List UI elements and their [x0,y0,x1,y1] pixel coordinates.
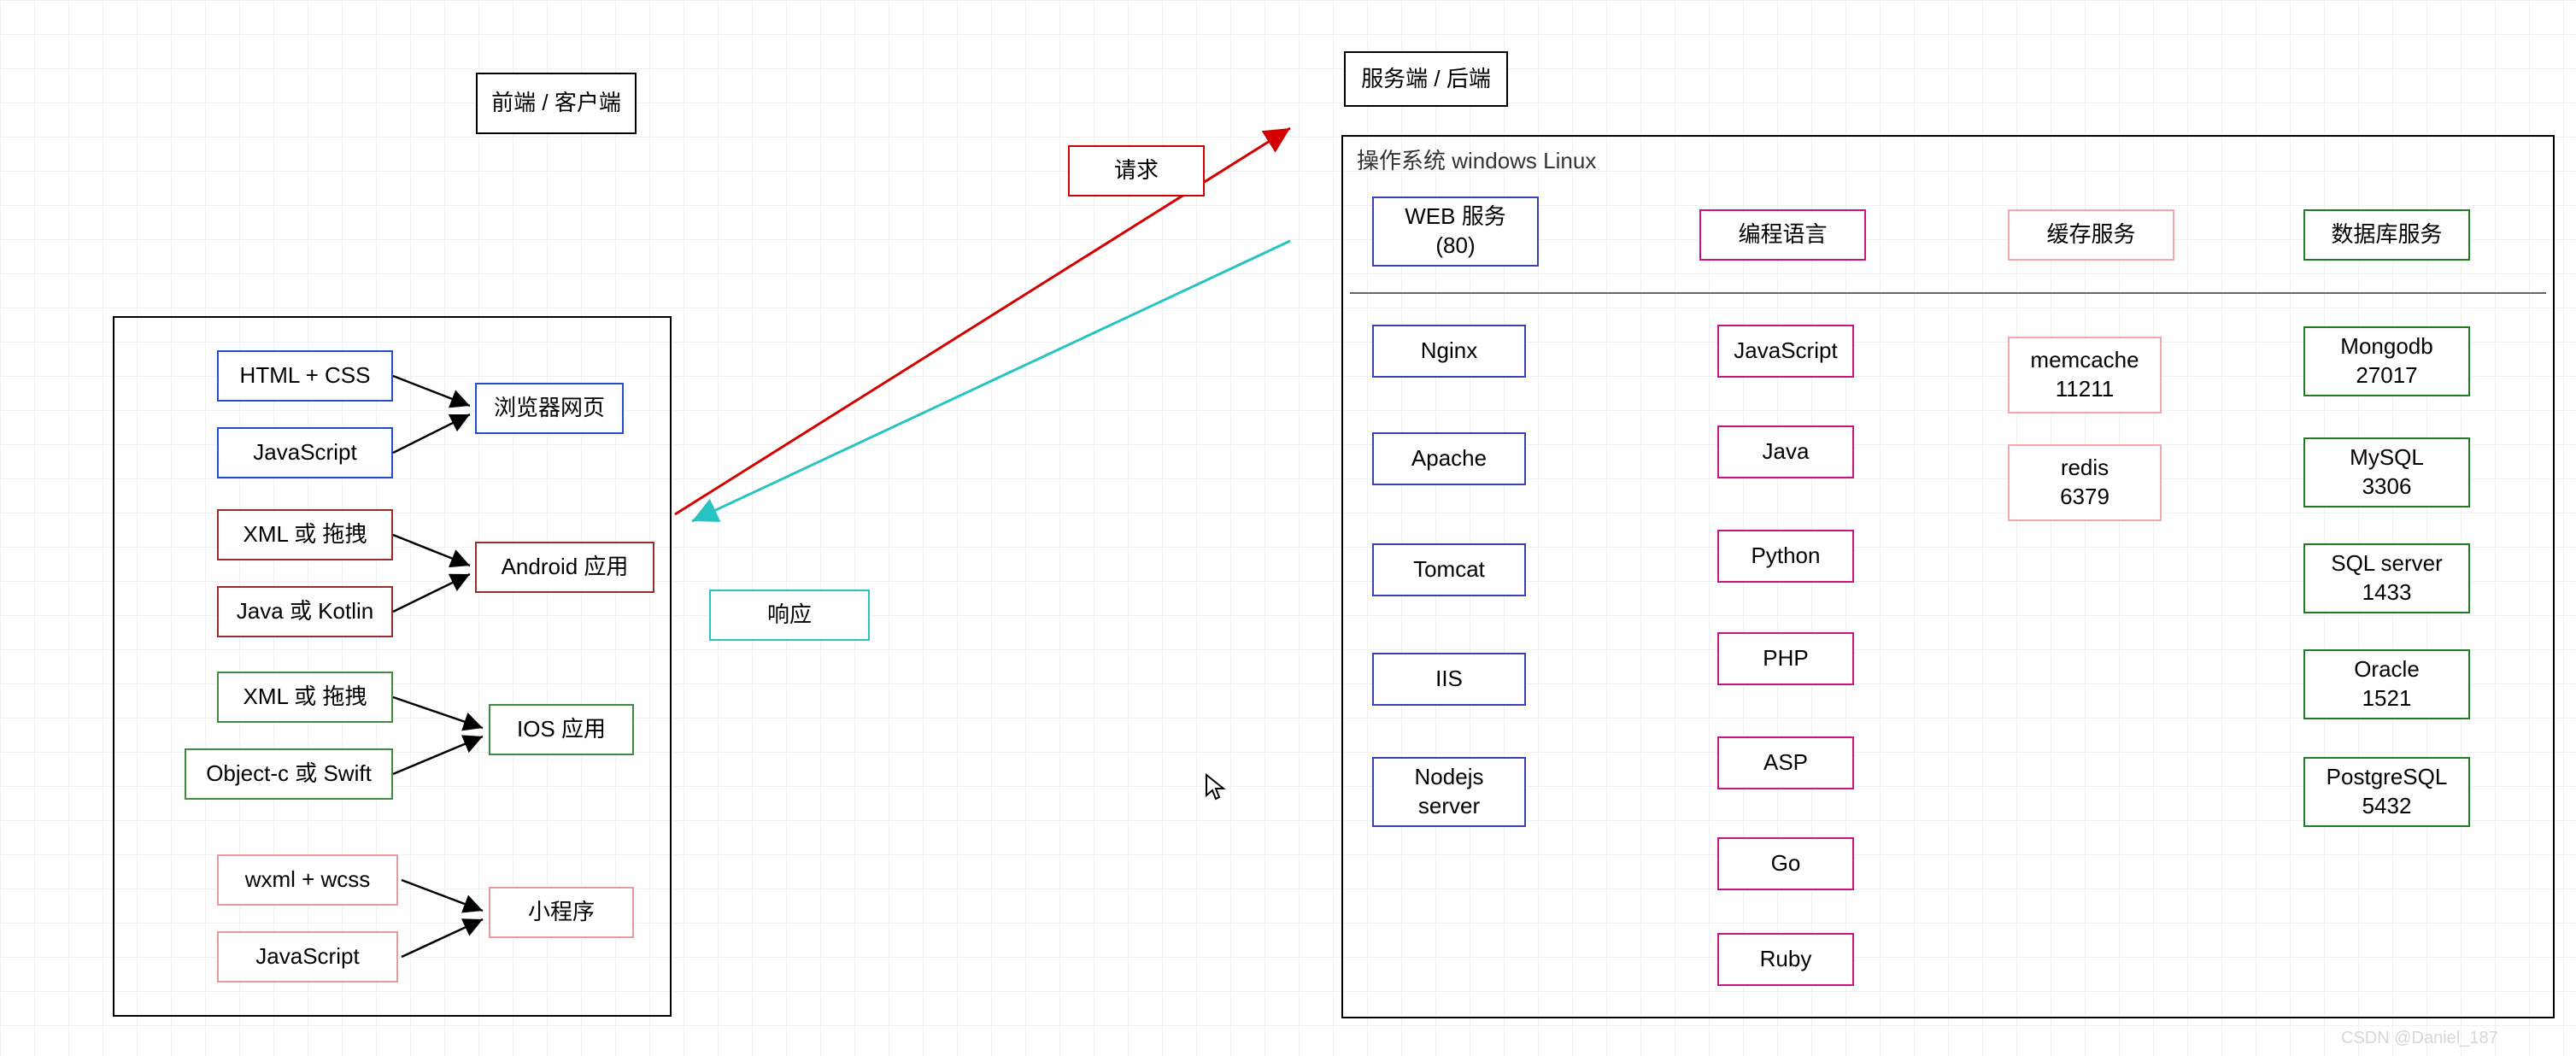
request-arrow [675,120,1307,521]
watermark: CSDN @Daniel_187 [2341,1029,2498,1048]
be-lang-item-3: PHP [1717,632,1854,685]
be-webservice-item-3: IIS [1372,653,1526,706]
be-webservice-item-2: Tomcat [1372,543,1526,596]
fe-web-target: 浏览器网页 [475,383,624,434]
be-webservice-header: WEB 服务 (80) [1372,197,1539,267]
fe-android-item-0: XML 或 拖拽 [217,509,393,560]
fe-ios-item-1: Object-c 或 Swift [185,748,393,800]
fe-web-item-1: JavaScript [217,427,393,478]
request-label: 请求 [1068,145,1205,197]
be-lang-header: 编程语言 [1699,209,1866,261]
fe-android-target: Android 应用 [475,542,654,593]
fe-mini-item-1: JavaScript [217,931,398,983]
fe-mini-target: 小程序 [489,887,634,938]
be-webservice-item-1: Apache [1372,432,1526,485]
be-cache-item-0: memcache 11211 [2008,337,2162,414]
be-db-item-4: PostgreSQL 5432 [2303,757,2470,827]
be-lang-item-2: Python [1717,530,1854,583]
be-webservice-item-4: Nodejs server [1372,757,1526,827]
be-cache-item-1: redis 6379 [2008,444,2162,521]
be-webservice-item-0: Nginx [1372,325,1526,378]
backend-os-note: 操作系统 windows Linux [1357,144,1596,175]
fe-ios-item-0: XML 或 拖拽 [217,672,393,723]
be-db-item-1: MySQL 3306 [2303,437,2470,507]
be-lang-item-4: ASP [1717,736,1854,789]
cursor-icon [1205,773,1227,801]
response-label: 响应 [709,590,870,641]
be-db-item-0: Mongodb 27017 [2303,326,2470,396]
be-lang-item-0: JavaScript [1717,325,1854,378]
backend-title: 服务端 / 后端 [1344,51,1508,107]
be-cache-header: 缓存服务 [2008,209,2174,261]
be-db-item-2: SQL server 1433 [2303,543,2470,613]
fe-ios-target: IOS 应用 [489,704,634,755]
be-lang-item-1: Java [1717,425,1854,478]
fe-android-item-1: Java 或 Kotlin [217,586,393,637]
be-lang-item-5: Go [1717,837,1854,890]
backend-header-divider [1350,292,2546,294]
fe-converge-arrows [393,342,496,1008]
be-db-item-3: Oracle 1521 [2303,649,2470,719]
fe-web-item-0: HTML + CSS [217,350,393,402]
frontend-title: 前端 / 客户端 [476,73,637,134]
fe-mini-item-0: wxml + wcss [217,854,398,906]
be-db-header: 数据库服务 [2303,209,2470,261]
be-lang-item-6: Ruby [1717,933,1854,986]
